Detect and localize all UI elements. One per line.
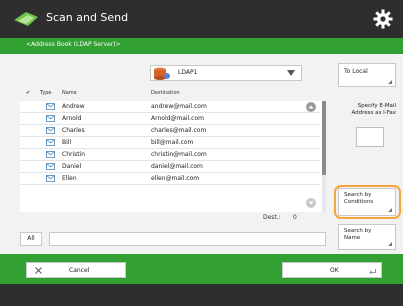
row-name: Christin <box>62 151 86 158</box>
search-by-conditions-button[interactable]: Search by Conditions <box>338 188 396 216</box>
dest-count-value: 0 <box>293 214 297 221</box>
email-icon <box>46 151 55 158</box>
scroll-down-icon[interactable] <box>306 198 316 208</box>
row-destination: bill@mail.com <box>151 139 194 146</box>
row-destination: andrew@mail.com <box>151 103 207 110</box>
email-icon <box>46 163 55 170</box>
all-button[interactable]: All <box>20 232 42 246</box>
header-check[interactable]: ✔ <box>26 90 30 96</box>
table-row[interactable]: Ellen ellen@mail.com <box>20 173 320 185</box>
row-name: Andrew <box>62 103 85 110</box>
cancel-button[interactable]: Cancel <box>26 262 126 278</box>
row-destination: charles@mail.com <box>151 127 207 134</box>
search-conditions-label-2: Conditions <box>344 199 374 205</box>
search-input[interactable] <box>49 232 326 246</box>
address-book-header: <Address Book (LDAP Server)> <box>0 38 403 54</box>
scroll-up-icon[interactable] <box>306 102 316 112</box>
ok-label: OK <box>330 267 339 274</box>
cancel-label: Cancel <box>69 267 90 274</box>
row-name: Bill <box>62 139 72 146</box>
scrollbar-thumb[interactable] <box>322 101 326 175</box>
destination-list: Andrew andrew@mail.com Arnold Arnold@mai… <box>20 101 326 212</box>
ldap-server-icon <box>154 67 170 80</box>
app-title: Scan and Send <box>46 11 129 24</box>
corner-arrow-icon <box>388 242 392 246</box>
header-name[interactable]: Name <box>62 90 77 96</box>
table-row[interactable]: Charles charles@mail.com <box>20 125 320 137</box>
to-local-button[interactable]: To Local <box>338 63 396 87</box>
email-icon <box>46 175 55 182</box>
email-icon <box>46 115 55 122</box>
table-row[interactable]: Arnold Arnold@mail.com <box>20 113 320 125</box>
email-icon <box>46 127 55 134</box>
search-name-label-1: Search by <box>344 228 372 234</box>
table-row[interactable]: Andrew andrew@mail.com <box>20 101 320 113</box>
row-name: Ellen <box>62 175 77 182</box>
table-row[interactable]: Christin christin@mail.com <box>20 149 320 161</box>
specify-ifax-checkbox[interactable] <box>356 127 384 147</box>
header-destination[interactable]: Destination <box>151 90 180 96</box>
row-destination: christin@mail.com <box>151 151 207 158</box>
row-name: Arnold <box>62 115 82 122</box>
row-name: Daniel <box>62 163 82 170</box>
dest-count-label: Dest.: <box>263 214 281 221</box>
search-conditions-label-1: Search by <box>344 192 372 198</box>
gear-icon[interactable] <box>372 8 394 30</box>
address-book-title: <Address Book (LDAP Server)> <box>26 41 121 48</box>
table-row[interactable]: Daniel daniel@mail.com <box>20 161 320 173</box>
close-icon <box>35 267 42 274</box>
corner-arrow-icon <box>388 80 392 84</box>
table-row[interactable]: Bill bill@mail.com <box>20 137 320 149</box>
search-name-label-2: Name <box>344 235 361 241</box>
to-local-label: To Local <box>344 68 368 75</box>
table-header: ✔ Type Name Destination <box>20 88 326 100</box>
row-destination: daniel@mail.com <box>151 163 203 170</box>
search-by-name-button[interactable]: Search by Name <box>338 224 396 250</box>
row-name: Charles <box>62 127 85 134</box>
specify-ifax-label: Specify E-Mail Address as I-Fax <box>351 103 396 116</box>
row-destination: Arnold@mail.com <box>151 115 204 122</box>
ok-button[interactable]: OK <box>282 262 382 278</box>
chevron-down-icon <box>287 70 295 76</box>
title-bar: Scan and Send <box>0 0 403 38</box>
status-bar <box>0 284 403 306</box>
row-destination: ellen@mail.com <box>151 175 200 182</box>
address-book-select-value: LDAP1 <box>178 69 198 76</box>
email-icon <box>46 103 55 110</box>
enter-icon <box>369 269 376 274</box>
address-book-select[interactable]: LDAP1 <box>150 65 302 81</box>
header-type[interactable]: Type <box>40 90 51 96</box>
corner-arrow-icon <box>388 208 392 212</box>
email-icon <box>46 139 55 146</box>
scan-send-icon <box>14 12 38 26</box>
